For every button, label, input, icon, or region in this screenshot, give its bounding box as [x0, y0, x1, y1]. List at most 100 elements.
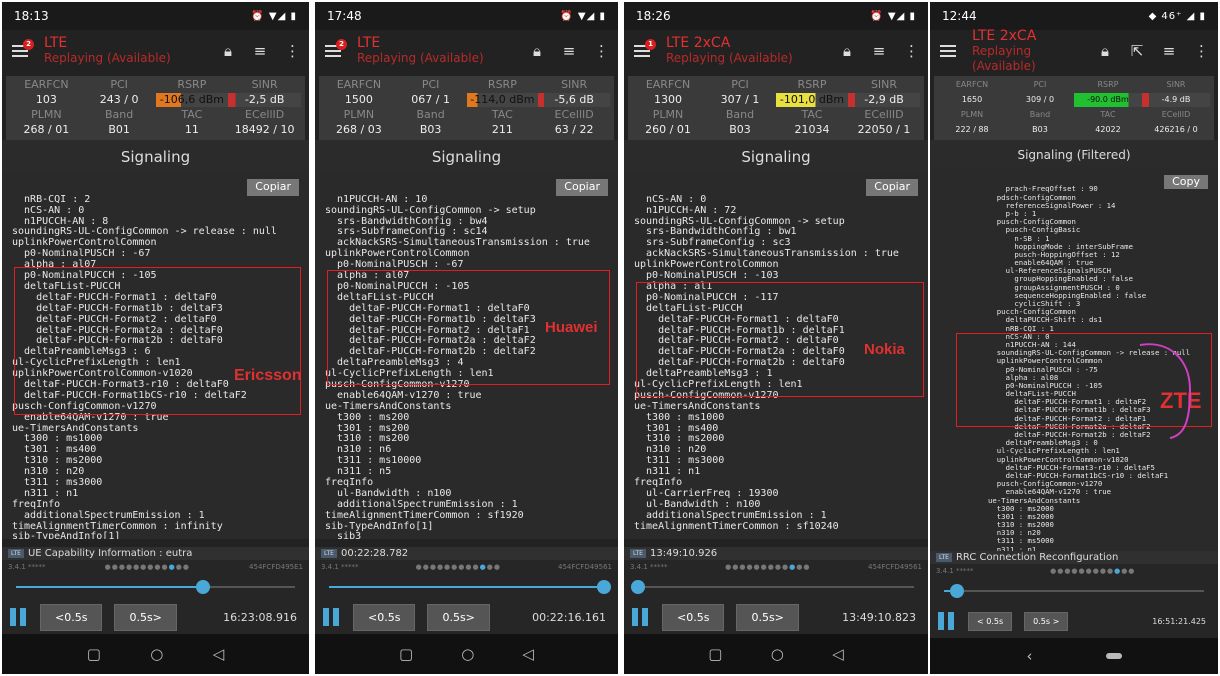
ecellid-value: 426216 / 0: [1154, 125, 1198, 134]
player-controls: LTE 13:49:10.926 3.4.1 ***** ●●●●●●●●●●●● 4…: [624, 547, 928, 634]
vendor-label: ZTE: [1160, 388, 1202, 413]
cell-info: EARFCN PCI RSRP SINR 1650 309 / 0 -90.0 dBm…: [934, 76, 1214, 140]
signaling-header: Signaling: [2, 140, 309, 171]
signaling-header: Signaling (Filtered): [930, 140, 1218, 167]
seek-knob[interactable]: [631, 580, 645, 594]
seek-bar[interactable]: [624, 574, 928, 600]
back-nav-icon[interactable]: ◁: [213, 645, 225, 663]
app-title: LTE: [357, 35, 381, 51]
signaling-log[interactable]: nRB-CQI : 2 nCS-AN : 0 n1PUCCH-AN : 8 sou…: [2, 171, 309, 539]
signaling-log[interactable]: n1PUCCH-AN : 10 soundingRS-UL-ConfigCommo…: [315, 171, 618, 539]
recents-nav-icon[interactable]: ▢: [399, 645, 413, 663]
earfcn-value: 1650: [961, 95, 983, 104]
forward-button[interactable]: 0.5s>: [427, 603, 490, 631]
pause-button[interactable]: [323, 608, 339, 626]
copy-button[interactable]: Copiar: [247, 179, 299, 196]
plmn-value: 222 / 88: [955, 125, 989, 134]
filter-icon[interactable]: ≡: [253, 42, 267, 60]
back-nav-icon[interactable]: ◁: [522, 645, 534, 663]
more-icon[interactable]: ⋮: [594, 42, 609, 60]
lock-icon[interactable]: 🔒︎: [1098, 42, 1112, 60]
rsrp-meter: -90.0 dBm: [1074, 92, 1142, 107]
seek-knob[interactable]: [195, 580, 210, 594]
more-icon[interactable]: ⋮: [1194, 42, 1209, 60]
status-icons: ⏰ ▼◢ ▮: [560, 10, 606, 22]
last-message[interactable]: LTE RRC Connection Reconfiguration: [930, 551, 1218, 564]
back-nav-icon[interactable]: ◁: [832, 645, 844, 663]
vendor-label: Huawei: [545, 319, 598, 336]
pause-button[interactable]: [938, 612, 954, 630]
tac-label: TAC: [1100, 110, 1116, 119]
lock-icon[interactable]: 🔒︎: [840, 42, 854, 60]
copy-button[interactable]: Copiar: [866, 179, 918, 196]
last-message[interactable]: LTE 00:22:28.782: [315, 547, 618, 560]
lock-icon[interactable]: 🔒︎: [530, 42, 544, 60]
forward-button[interactable]: 0.5s >: [1024, 611, 1069, 631]
sinr-value: -2,9 dB: [864, 93, 904, 106]
plmn-value: 268 / 01: [23, 123, 70, 136]
seek-bar[interactable]: [2, 574, 309, 600]
forward-button[interactable]: 0.5s>: [736, 603, 799, 631]
home-nav-icon[interactable]: [1105, 653, 1122, 659]
rsrp-value: -106,6 dBm: [159, 93, 224, 106]
menu-icon[interactable]: 2: [325, 39, 347, 57]
rewind-button[interactable]: <0.5s: [353, 603, 416, 631]
signaling-log[interactable]: nCS-AN : 0 n1PUCCH-AN : 72 soundingRS-UL-…: [624, 171, 928, 539]
last-message[interactable]: LTE UE Capability Information : eutra: [2, 547, 309, 560]
playback-time: 00:22:16.161: [532, 610, 606, 624]
tac-label: TAC: [181, 108, 203, 121]
export-icon[interactable]: ⇱: [1130, 42, 1144, 60]
log-line: timeAlignmentTimerCommon : sf10240: [634, 520, 839, 532]
pause-button[interactable]: [632, 608, 648, 626]
back-nav-icon[interactable]: ‹: [1027, 647, 1033, 665]
earfcn-value: 1500: [344, 93, 373, 106]
android-nav-bar: ‹: [930, 638, 1218, 674]
ecellid-label: ECellID: [245, 108, 285, 121]
last-message[interactable]: LTE 13:49:10.926: [624, 547, 928, 560]
cell-info: EARFCN PCI RSRP SINR 1500 067 / 1 -114,0 dB…: [319, 76, 614, 140]
status-bar: 18:26 ⏰ ▼◢ ▮: [624, 2, 928, 30]
home-nav-icon[interactable]: ○: [461, 645, 474, 663]
recents-nav-icon[interactable]: ▢: [87, 645, 101, 663]
log-line: ue-TimersAndConstants: [325, 400, 452, 412]
home-nav-icon[interactable]: ○: [150, 645, 163, 663]
log-line: t300 : ms200: [325, 411, 410, 423]
rewind-button[interactable]: <0.5s: [662, 603, 725, 631]
seek-bar[interactable]: [315, 574, 618, 600]
seek-knob[interactable]: [597, 580, 611, 594]
rewind-button[interactable]: < 0.5s: [968, 611, 1013, 631]
pci-value: 309 / 0: [1025, 95, 1055, 104]
filter-icon[interactable]: ≡: [1162, 42, 1176, 60]
filter-icon[interactable]: ≡: [872, 42, 886, 60]
copy-button[interactable]: Copiar: [556, 179, 608, 196]
tac-value: 11: [184, 123, 199, 136]
tac-value: 21034: [794, 123, 830, 136]
seek-bar[interactable]: [930, 578, 1218, 604]
signaling-log[interactable]: prach-FreqOffset : 90 pdsch-ConfigCommon…: [930, 167, 1218, 565]
pci-value: 243 / 0: [99, 93, 139, 106]
log-line: ue-TimersAndConstants: [634, 400, 761, 412]
log-line: nCS-AN : 0: [12, 204, 85, 216]
lock-icon[interactable]: 🔒︎: [221, 42, 235, 60]
tac-value: 211: [491, 123, 513, 136]
android-nav-bar: ▢ ○ ◁: [315, 634, 618, 674]
filter-icon[interactable]: ≡: [562, 42, 576, 60]
more-icon[interactable]: ⋮: [904, 42, 919, 60]
log-line: timeAlignmentTimerCommon : sf1920: [325, 509, 524, 521]
menu-icon[interactable]: [940, 45, 956, 57]
home-nav-icon[interactable]: ○: [771, 645, 784, 663]
menu-icon[interactable]: 2: [12, 39, 34, 57]
tac-value: 42022: [1095, 125, 1121, 134]
pause-button[interactable]: [10, 608, 26, 626]
page-dots: 3.4.1 ***** ●●●●●●●●●●●● 454FCFD49561: [321, 563, 612, 571]
status-time: 18:13: [14, 9, 49, 23]
phone-panel-1: 18:13 ⏰ ▼◢ ▮ 2 LTE Replaying (Available) …: [2, 2, 309, 674]
copy-button[interactable]: Copy: [1164, 175, 1208, 190]
rewind-button[interactable]: <0.5s: [40, 603, 103, 631]
recents-nav-icon[interactable]: ▢: [708, 645, 722, 663]
signaling-header: Signaling: [315, 140, 618, 171]
menu-icon[interactable]: 1: [634, 39, 656, 57]
seek-knob[interactable]: [950, 584, 964, 598]
more-icon[interactable]: ⋮: [285, 42, 300, 60]
forward-button[interactable]: 0.5s>: [114, 603, 177, 631]
